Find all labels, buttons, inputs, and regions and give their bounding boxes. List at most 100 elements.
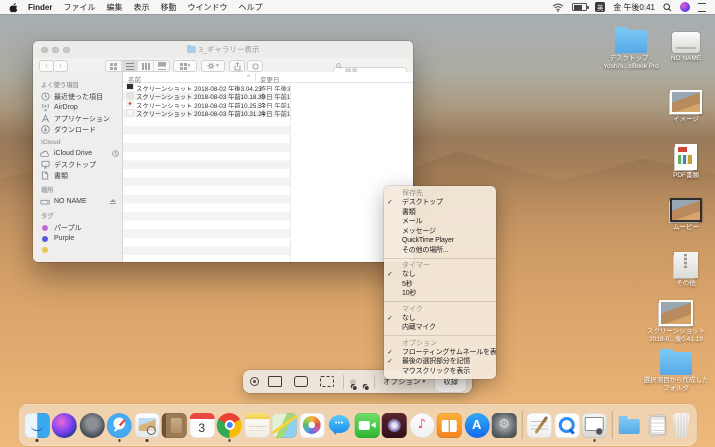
menu-item-mic-builtin[interactable]: 内蔵マイク bbox=[384, 323, 496, 333]
sidebar-item-tag-purple-jp[interactable]: パープル bbox=[40, 222, 122, 233]
notification-center-icon[interactable] bbox=[698, 3, 706, 12]
menu-item-go[interactable]: 移動 bbox=[160, 2, 176, 13]
menu-item-documents[interactable]: 書類 bbox=[384, 208, 496, 218]
record-selection-button[interactable] bbox=[362, 379, 369, 390]
capture-window-button[interactable] bbox=[291, 373, 311, 390]
forward-button[interactable]: › bbox=[53, 60, 68, 72]
tag-button[interactable] bbox=[247, 60, 263, 72]
dock-siri-icon[interactable] bbox=[51, 412, 77, 438]
battery-icon[interactable] bbox=[572, 3, 589, 11]
dock-folder-stack-icon[interactable] bbox=[617, 413, 642, 438]
capture-selection-button[interactable] bbox=[317, 373, 337, 390]
dock-notes-icon[interactable] bbox=[244, 412, 270, 438]
menu-item-window[interactable]: ウインドウ bbox=[187, 2, 227, 13]
menu-item-edit[interactable]: 編集 bbox=[106, 2, 122, 13]
sidebar-item-documents[interactable]: 書類 bbox=[40, 170, 122, 181]
menu-item-timer-none[interactable]: なし bbox=[384, 270, 496, 280]
desktop-icon-no-name-drive[interactable]: NO NAME bbox=[661, 32, 711, 63]
running-indicator bbox=[145, 439, 148, 442]
dock-documents-stack-icon[interactable] bbox=[644, 413, 669, 438]
file-row[interactable]: スクリーンショット 2018-08-03 午前10.25.57 今日 午前1 bbox=[123, 100, 290, 108]
menu-item-file[interactable]: ファイル bbox=[63, 2, 95, 13]
dock-photobooth-icon[interactable] bbox=[381, 412, 407, 438]
dock-facetime-icon[interactable] bbox=[354, 412, 380, 438]
eject-icon[interactable] bbox=[110, 198, 116, 205]
desktop-icon-screenshot-file[interactable]: スクリーンショット 2018-0...後0.41.19 bbox=[642, 300, 710, 344]
dock-appstore-icon[interactable]: A bbox=[464, 412, 490, 438]
file-row[interactable]: スクリーンショット 2018-08-03 午前10.31.24 今日 午前1 bbox=[123, 108, 290, 117]
sidebar-item-desktop[interactable]: デスクトップ bbox=[40, 159, 122, 170]
dock-textedit-icon[interactable] bbox=[526, 412, 552, 438]
column-divider[interactable] bbox=[255, 73, 256, 81]
dock-itunes-icon[interactable]: ♪ bbox=[409, 412, 435, 438]
column-view-button[interactable] bbox=[138, 61, 154, 71]
dock-photos-icon[interactable] bbox=[299, 412, 325, 438]
file-row[interactable]: スクリーンショット 2018-08-02 午後3.04.23 昨日 午後3 bbox=[123, 83, 290, 91]
list-view-button[interactable] bbox=[122, 61, 138, 71]
sidebar-item-label: Purple bbox=[54, 235, 75, 242]
gallery-view-button[interactable] bbox=[154, 61, 169, 71]
dock-messages-icon[interactable]: ••• bbox=[327, 413, 352, 438]
share-button[interactable] bbox=[229, 60, 245, 72]
view-mode-segmented-control bbox=[105, 60, 170, 72]
dock-quicktime-icon[interactable] bbox=[554, 412, 580, 438]
action-button[interactable]: ▾ bbox=[201, 60, 225, 72]
desktop-icon-pdf[interactable]: PDF書類 bbox=[660, 144, 712, 180]
desktop-icon-selection-folder[interactable]: 選択項目から作成したフォルダ bbox=[642, 349, 710, 393]
menu-item-desktop[interactable]: デスクトップ bbox=[384, 198, 496, 208]
menu-item-view[interactable]: 表示 bbox=[133, 2, 149, 13]
capture-fullscreen-button[interactable] bbox=[265, 373, 285, 390]
apple-menu[interactable] bbox=[9, 2, 18, 13]
menu-item-timer-10s[interactable]: 10秒 bbox=[384, 289, 496, 299]
sidebar-item-applications[interactable]: アプリケーション bbox=[40, 113, 122, 124]
record-fullscreen-button[interactable] bbox=[350, 378, 357, 390]
input-source-badge[interactable]: 英 bbox=[595, 2, 606, 12]
sidebar-section-locations: 場所 bbox=[41, 187, 54, 194]
menu-item-remember-selection[interactable]: 最後の選択部分を記憶 bbox=[384, 357, 496, 367]
desktop-icon-movies[interactable]: ムービー bbox=[660, 198, 712, 232]
dock-system-preferences-icon[interactable]: ⚙ bbox=[491, 412, 517, 438]
dock-preview-icon[interactable] bbox=[134, 412, 160, 442]
sidebar-item-no-name[interactable]: NO NAME bbox=[40, 196, 122, 207]
menu-item-show-mouse-clicks[interactable]: マウスクリックを表示 bbox=[384, 367, 496, 377]
dock-ibooks-icon[interactable] bbox=[436, 412, 462, 438]
menu-item-messages[interactable]: メッセージ bbox=[384, 227, 496, 237]
dock-screenshot-icon[interactable] bbox=[581, 412, 607, 442]
dock-safari-icon[interactable] bbox=[106, 412, 132, 442]
icon-view-button[interactable] bbox=[106, 61, 122, 71]
window-titlebar[interactable]: 3_ギャラリー表示 bbox=[33, 41, 413, 59]
menubar-clock[interactable]: 金 午後0:41 bbox=[613, 2, 655, 13]
desktop-icon-images[interactable]: イメージ bbox=[660, 90, 712, 124]
spotlight-icon[interactable] bbox=[663, 2, 672, 12]
menu-item-help[interactable]: ヘルプ bbox=[238, 2, 262, 13]
file-row[interactable]: スクリーンショット 2018-08-03 午前10.18.39 今日 午前1 bbox=[123, 91, 290, 100]
menu-item-mail[interactable]: メール bbox=[384, 217, 496, 227]
dock-maps-icon[interactable] bbox=[271, 412, 297, 438]
dock-launchpad-icon[interactable] bbox=[79, 412, 105, 438]
dock-calendar-icon[interactable]: 3 bbox=[189, 412, 215, 438]
close-toolbar-button[interactable] bbox=[250, 377, 259, 386]
menu-item-timer-5s[interactable]: 5秒 bbox=[384, 280, 496, 290]
dock-chrome-icon[interactable] bbox=[216, 412, 242, 442]
sidebar-item-icloud-drive[interactable]: iCloud Drive bbox=[40, 148, 122, 159]
menu-item-other-location[interactable]: その他の場所... bbox=[384, 246, 496, 256]
group-button[interactable]: ▾ bbox=[173, 60, 197, 72]
dock-trash-icon[interactable] bbox=[672, 412, 690, 438]
dock-finder-icon[interactable] bbox=[24, 412, 50, 442]
siri-icon[interactable] bbox=[680, 2, 690, 12]
back-button[interactable]: ‹ bbox=[39, 60, 54, 72]
desktop-icon-desktop-folder[interactable]: デスクトップ - Yoshi's...cBook Pro bbox=[594, 27, 668, 71]
menu-item-quicktime[interactable]: QuickTime Player bbox=[384, 236, 496, 246]
sidebar-item-airdrop[interactable]: AirDrop bbox=[40, 102, 122, 113]
menu-item-floating-thumbnail[interactable]: フローティングサムネールを表示 bbox=[384, 348, 496, 358]
calendar-day-number: 3 bbox=[198, 420, 206, 435]
sidebar-item-tag-purple[interactable]: Purple bbox=[40, 233, 122, 244]
desktop-icon-others[interactable]: その他 bbox=[660, 252, 712, 288]
menu-item-finder[interactable]: Finder bbox=[28, 3, 52, 12]
sidebar-item-downloads[interactable]: ダウンロード bbox=[40, 124, 122, 135]
sidebar-item-tag-yellow[interactable] bbox=[40, 244, 122, 255]
dock-contacts-icon[interactable] bbox=[161, 412, 187, 438]
menu-item-mic-none[interactable]: なし bbox=[384, 314, 496, 324]
wifi-icon[interactable] bbox=[552, 3, 564, 12]
sidebar-item-recents[interactable]: 最近使った項目 bbox=[40, 91, 122, 102]
